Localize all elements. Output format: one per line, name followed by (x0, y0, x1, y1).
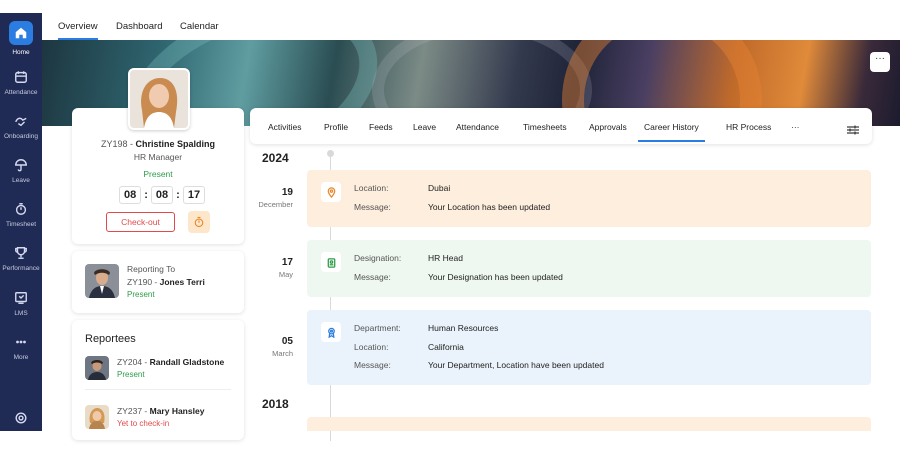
entry-month: March (272, 349, 293, 358)
sidebar-item-onboarding[interactable]: Onboarding (0, 114, 42, 140)
entry-value: Your Location has been updated (428, 202, 551, 212)
reportee-avatar (85, 356, 109, 380)
tab-attendance[interactable]: Attendance (456, 122, 499, 132)
sidebar-item-label: Leave (12, 177, 30, 184)
career-entry: Designation: HR Head Message: Your Desig… (307, 240, 871, 297)
sidebar-item-label: Timesheet (5, 221, 37, 228)
entry-month: May (278, 270, 293, 279)
home-icon (9, 21, 33, 45)
profile-role: HR Manager (133, 152, 183, 162)
reporting-to-label: Reporting To (127, 264, 176, 274)
sidebar-item-performance[interactable]: Performance (0, 246, 42, 272)
reporting-to-card: Reporting To ZY190 - Jones Terri Present (72, 251, 244, 313)
entry-key: Location: (354, 342, 389, 352)
sidebar-item-leave[interactable]: Leave (0, 158, 42, 184)
entry-day: 17 (281, 257, 293, 268)
sidebar: Home Attendance Onboarding Leave Timeshe… (0, 13, 42, 431)
calendar-icon (14, 70, 28, 84)
banner-more-button[interactable]: ··· (870, 52, 890, 72)
entry-value: Dubai (428, 183, 451, 193)
reportee-avatar (85, 405, 109, 429)
entry-value: Your Designation has been updated (428, 272, 563, 282)
timeline-dot (327, 150, 334, 157)
timer-icon-button[interactable] (188, 211, 210, 233)
tab-profile[interactable]: Profile (324, 122, 348, 132)
tab-feeds[interactable]: Feeds (369, 122, 393, 132)
profile-avatar (128, 68, 190, 130)
top-nav: Overview Dashboard Calendar (42, 13, 900, 40)
sidebar-item-label: Performance (2, 265, 40, 272)
tab-approvals[interactable]: Approvals (589, 122, 627, 132)
support-icon (14, 411, 28, 425)
tab-activities[interactable]: Activities (268, 122, 302, 132)
career-entry: Location: Dubai Message: Your Location h… (307, 170, 871, 227)
career-entry (307, 417, 871, 431)
department-icon (321, 322, 341, 342)
onboarding-icon (14, 114, 28, 128)
timer-hours: 08 (119, 186, 142, 204)
reportee-name[interactable]: ZY204 - Randall Gladstone (117, 357, 224, 367)
entry-key: Message: (354, 202, 391, 212)
entry-value: Your Department, Location have been upda… (428, 360, 604, 370)
reportee-status: Present (117, 370, 145, 379)
support-button[interactable] (0, 411, 42, 430)
tab-overview[interactable]: Overview (58, 21, 98, 40)
divider (85, 389, 231, 390)
tab-dashboard[interactable]: Dashboard (116, 21, 162, 32)
year-label: 2018 (262, 397, 289, 411)
tab-hr-process[interactable]: HR Process (726, 122, 771, 132)
entry-day: 05 (281, 336, 293, 347)
trophy-icon (14, 246, 28, 260)
checkin-timer: 08:08:17 (119, 186, 206, 204)
reportee-name[interactable]: ZY237 - Mary Hansley (117, 406, 204, 416)
timer-minutes: 08 (150, 186, 174, 204)
career-entry: Department: Human Resources Location: Ca… (307, 310, 871, 385)
manager-avatar (85, 264, 119, 298)
reportees-card: Reportees ZY204 - Randall Gladstone Pres… (72, 320, 244, 440)
entry-day: 19 (281, 187, 293, 198)
tab-calendar[interactable]: Calendar (180, 21, 219, 32)
filter-settings-icon[interactable] (847, 122, 859, 135)
sidebar-item-more[interactable]: More (0, 335, 42, 361)
badge-icon (321, 252, 341, 272)
umbrella-icon (14, 158, 28, 172)
tab-more[interactable]: ··· (791, 122, 800, 132)
entry-key: Designation: (354, 253, 402, 263)
manager-name[interactable]: ZY190 - Jones Terri (127, 277, 205, 287)
tab-timesheets[interactable]: Timesheets (523, 122, 567, 132)
lms-icon (14, 291, 28, 305)
sidebar-item-lms[interactable]: LMS (0, 291, 42, 317)
sidebar-item-label: More (13, 354, 29, 361)
tab-leave[interactable]: Leave (413, 122, 436, 132)
checkout-button[interactable]: Check-out (106, 212, 175, 232)
more-icon (14, 335, 28, 349)
sidebar-item-timesheet[interactable]: Timesheet (0, 202, 42, 228)
tab-career-history[interactable]: Career History (638, 122, 705, 142)
profile-status: Present (143, 169, 173, 179)
timer-icon (14, 202, 28, 216)
entry-month: December (258, 200, 293, 209)
entry-value: HR Head (428, 253, 463, 263)
sidebar-item-home[interactable]: Home (0, 21, 42, 56)
profile-name: ZY198 - Christine Spalding (100, 139, 216, 149)
reportee-status: Yet to check-in (117, 419, 170, 428)
entry-key: Message: (354, 272, 391, 282)
timer-seconds: 17 (182, 186, 206, 204)
sidebar-item-label: Attendance (4, 89, 38, 96)
sidebar-item-label: Onboarding (4, 133, 38, 140)
sidebar-item-label: Home (12, 49, 30, 56)
manager-status: Present (127, 290, 155, 299)
sidebar-item-label: LMS (14, 310, 28, 317)
sidebar-item-attendance[interactable]: Attendance (0, 70, 42, 96)
year-label: 2024 (262, 151, 289, 165)
entry-key: Message: (354, 360, 391, 370)
location-pin-icon (321, 182, 341, 202)
stopwatch-icon (194, 216, 204, 228)
entry-value: California (428, 342, 464, 352)
entry-key: Location: (354, 183, 389, 193)
reportees-title: Reportees (85, 333, 136, 345)
entry-key: Department: (354, 323, 401, 333)
entry-value: Human Resources (428, 323, 499, 333)
profile-subtabs: Activities Profile Feeds Leave Attendanc… (250, 108, 872, 144)
